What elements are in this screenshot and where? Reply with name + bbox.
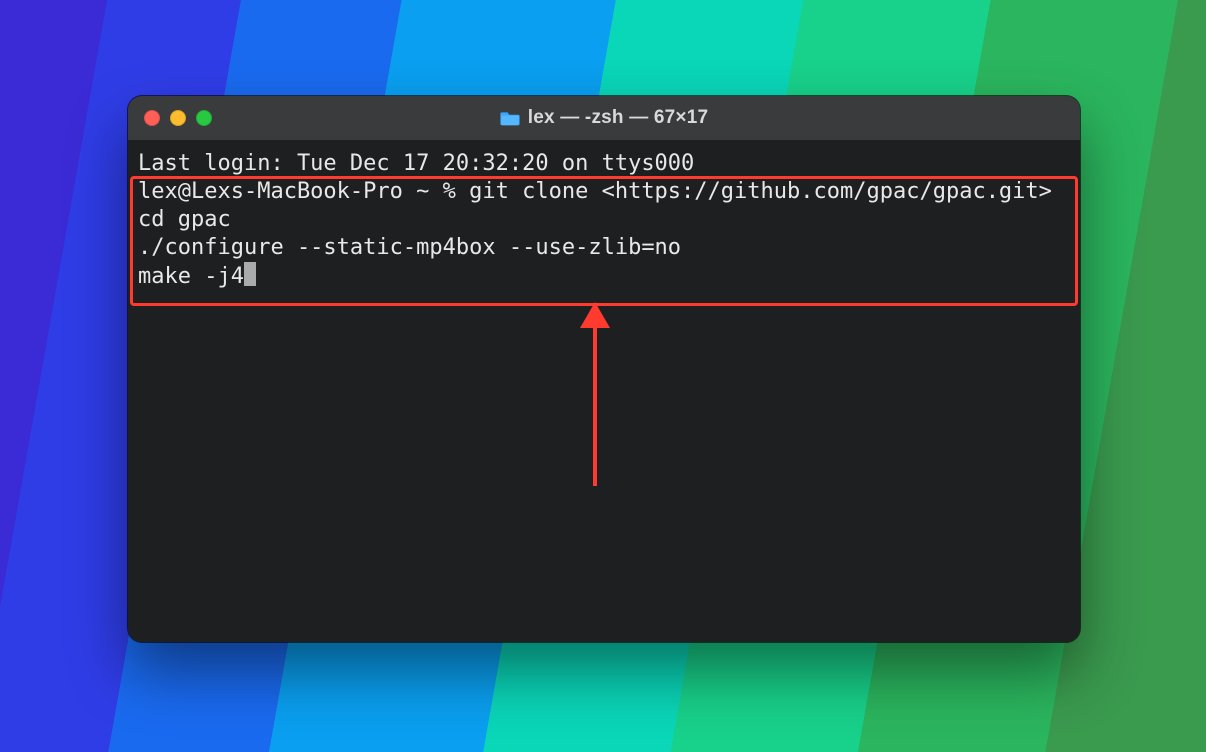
terminal-line: Last login: Tue Dec 17 20:32:20 on ttys0… [138, 150, 1070, 178]
terminal-line: lex@Lexs-MacBook-Pro ~ % git clone <http… [138, 178, 1070, 206]
terminal-content[interactable]: Last login: Tue Dec 17 20:32:20 on ttys0… [128, 140, 1080, 642]
terminal-line: cd gpac [138, 206, 1070, 234]
window-title-text: lex — -zsh — 67×17 [528, 107, 709, 129]
cursor-icon [244, 262, 256, 286]
traffic-lights [144, 110, 212, 126]
folder-icon [500, 110, 520, 126]
close-icon[interactable] [144, 110, 160, 126]
window-title: lex — -zsh — 67×17 [128, 107, 1080, 129]
window-titlebar[interactable]: lex — -zsh — 67×17 [128, 96, 1080, 140]
terminal-window[interactable]: lex — -zsh — 67×17 Last login: Tue Dec 1… [128, 96, 1080, 642]
annotation-arrow-icon [580, 304, 610, 486]
minimize-icon[interactable] [170, 110, 186, 126]
terminal-text: make -j4 [138, 264, 244, 289]
terminal-line: ./configure --static-mp4box --use-zlib=n… [138, 234, 1070, 262]
terminal-line: make -j4 [138, 262, 1070, 291]
zoom-icon[interactable] [196, 110, 212, 126]
